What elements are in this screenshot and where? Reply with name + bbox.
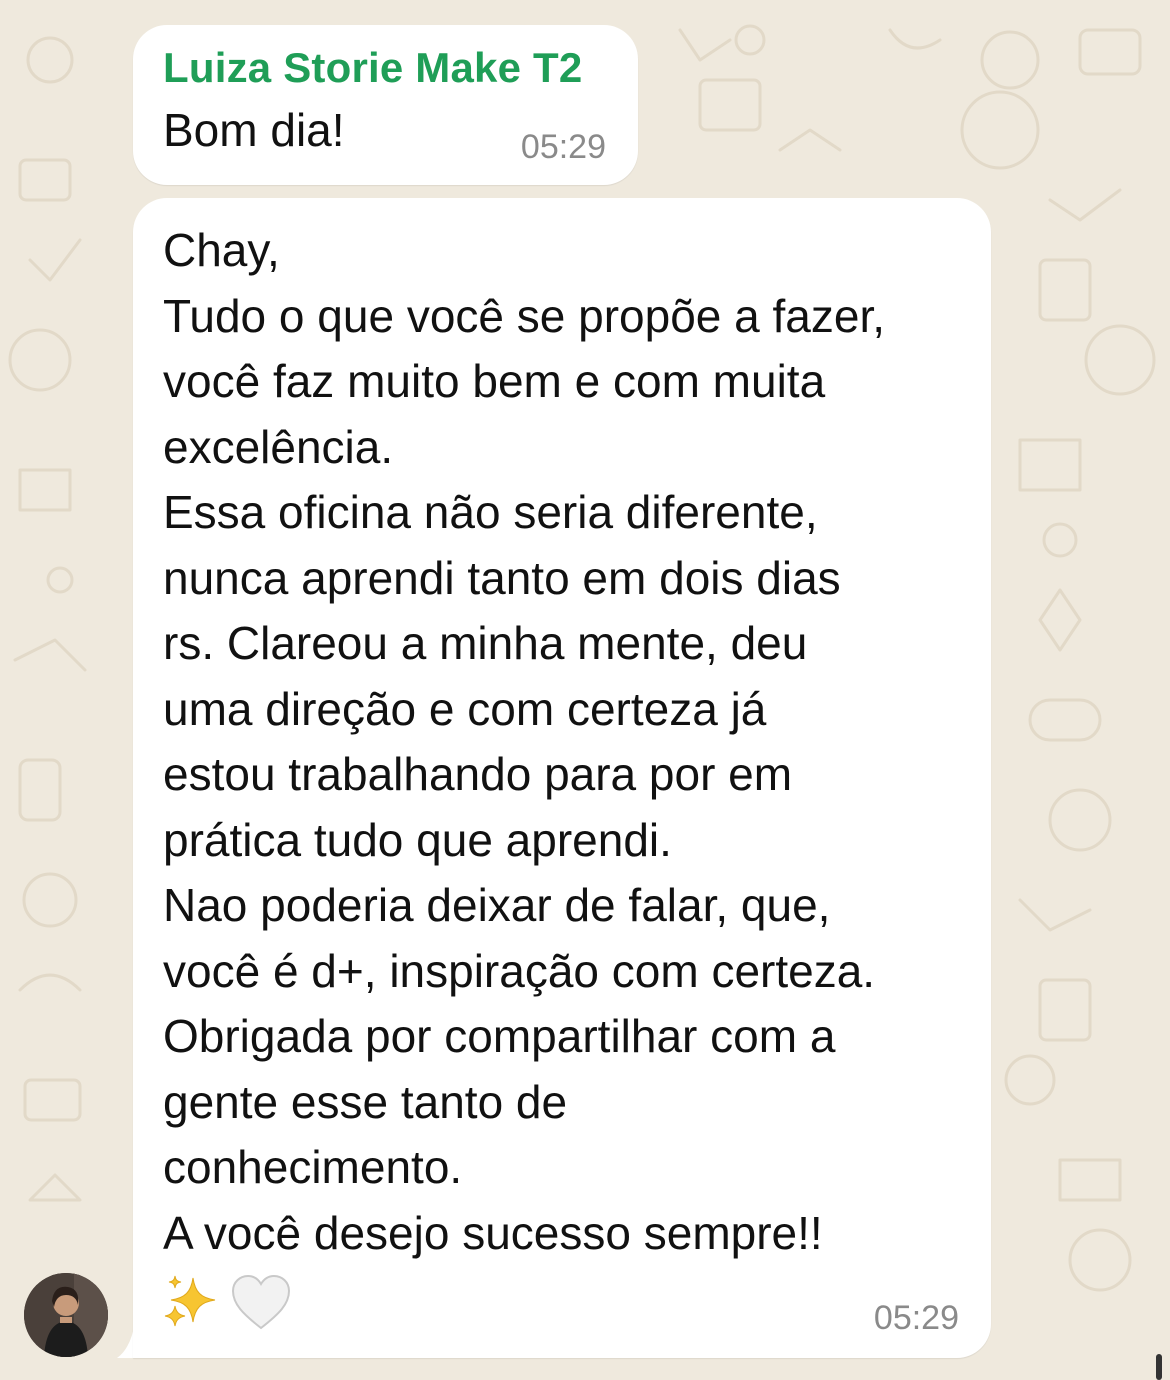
sender-name[interactable]: Luiza Storie Make T2 [163, 43, 608, 93]
white-heart-emoji [231, 1274, 291, 1330]
emoji-row [163, 1270, 961, 1334]
avatar[interactable] [24, 1273, 108, 1357]
message-bubble[interactable]: Chay, Tudo o que você se propõe a fazer,… [133, 198, 991, 1358]
message-text: Chay, Tudo o que você se propõe a fazer,… [163, 224, 886, 1259]
sparkles-emoji [164, 1275, 216, 1327]
message-timestamp: 05:29 [520, 128, 606, 166]
avatar-photo [24, 1273, 108, 1357]
message-bubble[interactable]: Luiza Storie Make T2 Bom dia! 05:29 [133, 25, 638, 185]
message-timestamp: 05:29 [873, 1299, 959, 1337]
scrollbar[interactable] [1156, 1354, 1162, 1380]
